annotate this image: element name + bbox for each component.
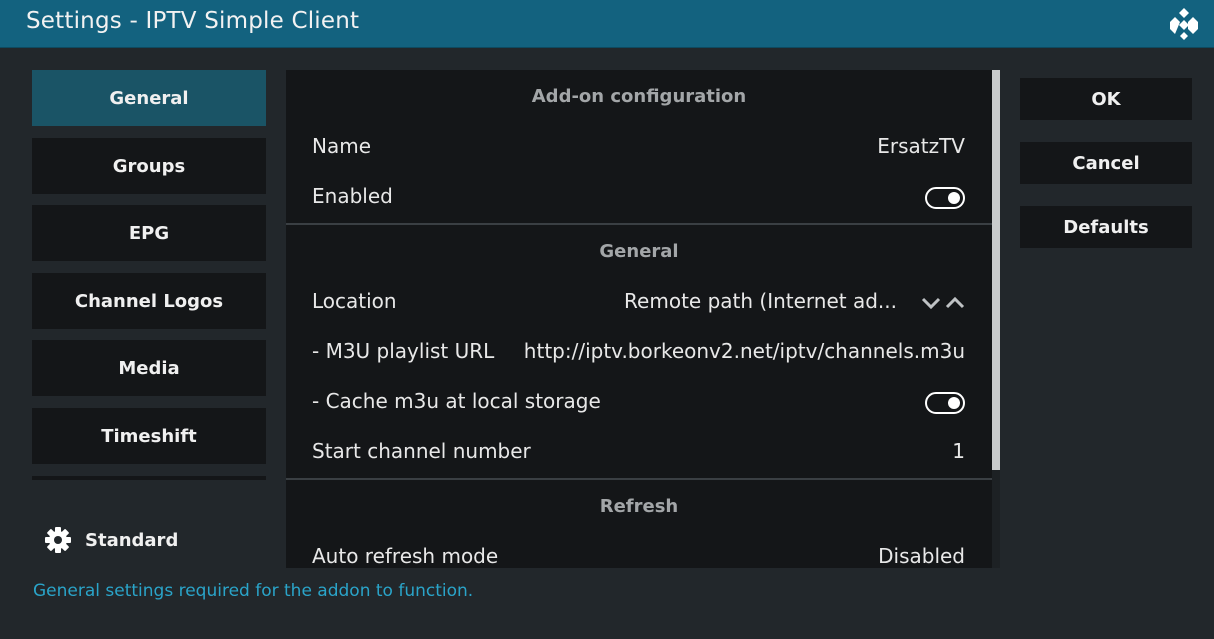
setting-name[interactable]: Name ErsatzTV bbox=[286, 122, 992, 172]
setting-value: ErsatzTV bbox=[877, 134, 965, 158]
setting-value: 1 bbox=[952, 439, 965, 463]
category-groups[interactable]: Groups bbox=[32, 138, 266, 194]
settings-level-button[interactable]: Standard bbox=[44, 524, 178, 556]
setting-value: Disabled bbox=[878, 544, 965, 568]
category-label: Media bbox=[118, 357, 180, 379]
setting-auto-refresh-mode[interactable]: Auto refresh mode Disabled bbox=[286, 532, 992, 568]
settings-list: Add-on configuration Name ErsatzTV Enabl… bbox=[286, 70, 992, 568]
cancel-button[interactable]: Cancel bbox=[1020, 142, 1192, 184]
section-header-refresh: Refresh bbox=[286, 480, 992, 532]
category-label: Timeshift bbox=[101, 425, 197, 447]
setting-description: General settings required for the addon … bbox=[33, 581, 474, 601]
section-header-general: General bbox=[286, 225, 992, 277]
category-label: General bbox=[109, 87, 189, 109]
category-timeshift[interactable]: Timeshift bbox=[32, 408, 266, 464]
section-header-label: General bbox=[599, 240, 679, 262]
setting-label: - M3U playlist URL bbox=[312, 339, 495, 363]
setting-enabled[interactable]: Enabled bbox=[286, 172, 992, 222]
setting-label: Auto refresh mode bbox=[312, 544, 499, 568]
cache-m3u-toggle[interactable] bbox=[925, 392, 965, 414]
button-label: Defaults bbox=[1063, 216, 1149, 238]
button-label: OK bbox=[1091, 88, 1121, 110]
setting-value: http://iptv.borkeonv2.net/iptv/channels.… bbox=[523, 339, 965, 363]
toggle-knob bbox=[948, 192, 960, 204]
section-header-label: Refresh bbox=[599, 495, 679, 517]
category-epg[interactable]: EPG bbox=[32, 205, 266, 261]
section-header-label: Add-on configuration bbox=[531, 85, 747, 107]
setting-value: Remote path (Internet ad... bbox=[624, 289, 897, 313]
setting-start-channel-number[interactable]: Start channel number 1 bbox=[286, 427, 992, 477]
category-label: Groups bbox=[112, 155, 186, 177]
gear-icon bbox=[45, 527, 71, 553]
setting-location[interactable]: Location Remote path (Internet ad... bbox=[286, 277, 992, 327]
category-label: Channel Logos bbox=[74, 290, 224, 312]
setting-m3u-playlist-url[interactable]: - M3U playlist URL http://iptv.borkeonv2… bbox=[286, 327, 992, 377]
setting-label: Enabled bbox=[312, 184, 393, 208]
category-channel-logos[interactable]: Channel Logos bbox=[32, 273, 266, 329]
setting-cache-m3u[interactable]: - Cache m3u at local storage bbox=[286, 377, 992, 427]
setting-label: Name bbox=[312, 134, 372, 158]
settings-scrollbar[interactable] bbox=[992, 70, 1000, 568]
scrollbar-thumb[interactable] bbox=[992, 70, 1000, 470]
button-label: Cancel bbox=[1072, 152, 1140, 174]
category-label: EPG bbox=[128, 222, 170, 244]
settings-level-label: Standard bbox=[85, 529, 179, 551]
toggle-knob bbox=[948, 397, 960, 409]
defaults-button[interactable]: Defaults bbox=[1020, 206, 1192, 248]
category-next-partial[interactable] bbox=[32, 476, 266, 480]
spinner-arrows-icon[interactable] bbox=[921, 295, 965, 311]
category-general[interactable]: General bbox=[32, 70, 266, 126]
category-media[interactable]: Media bbox=[32, 340, 266, 396]
section-header-addon-configuration: Add-on configuration bbox=[286, 70, 992, 122]
window-title: Settings - IPTV Simple Client bbox=[26, 8, 360, 34]
setting-label: Start channel number bbox=[312, 439, 531, 463]
enabled-toggle[interactable] bbox=[925, 187, 965, 209]
kodi-logo-icon bbox=[1170, 8, 1198, 40]
ok-button[interactable]: OK bbox=[1020, 78, 1192, 120]
setting-label: - Cache m3u at local storage bbox=[312, 389, 601, 413]
title-bar: Settings - IPTV Simple Client bbox=[0, 0, 1214, 48]
setting-label: Location bbox=[312, 289, 397, 313]
